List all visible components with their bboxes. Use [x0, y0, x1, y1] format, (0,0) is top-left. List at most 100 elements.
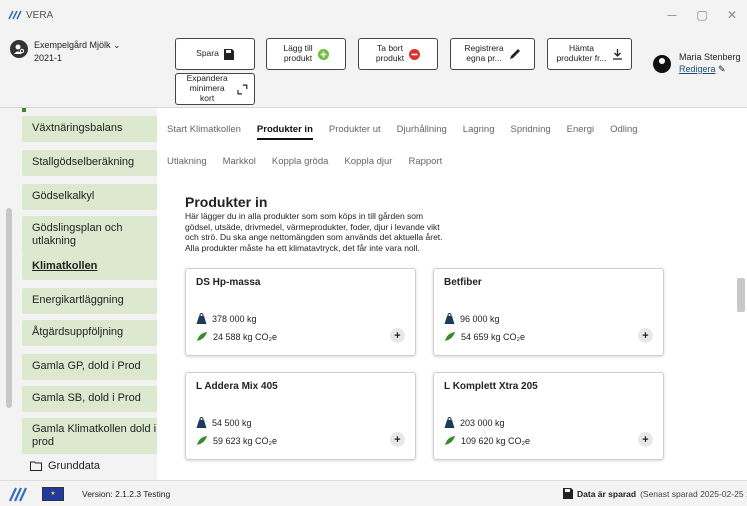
sidebar-item-klimatkollen[interactable]: Klimatkollen: [22, 254, 166, 280]
user-name: Maria Stenberg: [679, 52, 741, 62]
edit-user-link[interactable]: Redigera: [679, 64, 716, 74]
leaf-icon: [445, 332, 455, 341]
farm-year: 2021-1: [34, 53, 63, 63]
product-card[interactable]: Betfiber 96 000 kg 54 659 kg CO₂e +: [433, 268, 664, 356]
tabs-row-1: Start Klimatkollen Produkter in Produkte…: [167, 124, 638, 140]
farm-selector[interactable]: Exempelgård Mjölk ⌄ 2021-1: [10, 40, 121, 63]
product-name: DS Hp-massa: [196, 277, 261, 288]
tab-energi[interactable]: Energi: [567, 124, 594, 140]
sidebar-item-energikartlaggning[interactable]: Energikartläggning: [22, 288, 166, 314]
tab-produkter-in[interactable]: Produkter in: [256, 124, 313, 140]
save-button[interactable]: Spara: [175, 38, 255, 70]
expand-card-plus-icon[interactable]: +: [638, 432, 653, 447]
tab-koppla-groda[interactable]: Koppla gröda: [272, 156, 329, 167]
download-icon: [612, 49, 622, 60]
add-icon: [317, 48, 329, 60]
folder-icon: [30, 461, 42, 471]
product-name: L Addera Mix 405: [196, 381, 278, 392]
tab-koppla-djur[interactable]: Koppla djur: [344, 156, 392, 167]
sidebar-item-godslingsplan[interactable]: Gödslingsplan och utlakning: [22, 216, 166, 254]
leaf-icon: [197, 436, 207, 445]
expand-card-plus-icon[interactable]: +: [638, 328, 653, 343]
sidebar: Växtnäringsbalans Stallgödselberäkning G…: [0, 108, 180, 480]
vera-logo-icon: [8, 10, 22, 20]
product-co2: 24 588 kg CO₂e: [213, 331, 278, 342]
intro-text: Här lägger du in alla produkter som som …: [185, 211, 443, 253]
product-co2: 54 659 kg CO₂e: [461, 331, 526, 342]
expand-icon: [237, 84, 248, 94]
window-controls: ─ ▢ ✕: [657, 0, 747, 30]
chevron-down-icon: ⌄: [113, 40, 121, 50]
tab-spridning[interactable]: Spridning: [511, 124, 551, 140]
remove-product-button[interactable]: Ta bort produkt: [358, 38, 438, 70]
tab-lagring[interactable]: Lagring: [463, 124, 495, 140]
expand-card-plus-icon[interactable]: +: [390, 328, 405, 343]
product-card[interactable]: DS Hp-massa 378 000 kg 24 588 kg CO₂e +: [185, 268, 416, 356]
sidebar-item-atgardsuppfoljning[interactable]: Åtgärdsuppföljning: [22, 320, 166, 346]
fetch-products-button[interactable]: Hämta produkter fr...: [547, 38, 632, 70]
eu-flag-icon: ★: [42, 486, 64, 501]
tab-rapport[interactable]: Rapport: [408, 156, 442, 167]
sidebar-scrollbar[interactable]: [6, 208, 12, 408]
weight-icon: [444, 417, 455, 428]
avatar: [653, 54, 671, 73]
save-icon: [223, 48, 234, 60]
version-number: 2.1.2.3 Testing: [115, 488, 171, 499]
add-product-button[interactable]: Lägg till produkt: [266, 38, 346, 70]
sidebar-item-godselkalkyl[interactable]: Gödselkalkyl: [22, 184, 166, 210]
sidebar-item-gamla-gp[interactable]: Gamla GP, dold i Prod: [22, 354, 166, 380]
last-saved-text: (Senast sparad 2025-02-25 10:27): [640, 488, 747, 499]
expand-collapse-cards-button[interactable]: Expandera minimera kort: [175, 73, 255, 105]
sidebar-accent: [22, 108, 26, 112]
title-bar: VERA ─ ▢ ✕: [0, 0, 747, 30]
page-title: Produkter in: [185, 194, 268, 210]
sidebar-item-gamla-klimatkollen[interactable]: Gamla Klimatkollen dold i prod: [22, 418, 166, 454]
user-panel: Maria Stenberg Redigera ✎: [653, 52, 741, 75]
sidebar-item-stallgodselberakning[interactable]: Stallgödselberäkning: [22, 150, 166, 176]
version-label: Version:: [82, 488, 113, 499]
sidebar-item-gamla-sb[interactable]: Gamla SB, dold i Prod: [22, 386, 166, 412]
product-card[interactable]: L Addera Mix 405 54 500 kg 59 623 kg CO₂…: [185, 372, 416, 460]
toolbar: Exempelgård Mjölk ⌄ 2021-1 Spara Lägg ti…: [0, 30, 747, 108]
weight-icon: [196, 417, 207, 428]
pencil-small-icon: ✎: [718, 64, 726, 74]
tab-start-klimatkollen[interactable]: Start Klimatkollen: [167, 124, 241, 140]
sidebar-item-vaxtnaringsbalans[interactable]: Växtnäringsbalans: [22, 116, 166, 142]
product-amount: 54 500 kg: [212, 417, 252, 428]
weight-icon: [196, 313, 207, 324]
leaf-icon: [445, 436, 455, 445]
pencil-icon: [509, 49, 520, 59]
main-scrollbar[interactable]: [737, 278, 745, 312]
product-amount: 378 000 kg: [212, 313, 257, 324]
tab-odling[interactable]: Odling: [610, 124, 637, 140]
remove-icon: [409, 48, 421, 60]
product-amount: 203 000 kg: [460, 417, 505, 428]
register-own-products-button[interactable]: Registrera egna pr...: [450, 38, 535, 70]
product-co2: 109 620 kg CO₂e: [461, 435, 531, 446]
save-status: Data är sparad (Senast sparad 2025-02-25…: [563, 488, 747, 499]
tab-produkter-ut[interactable]: Produkter ut: [329, 124, 381, 140]
sidebar-folder-grunddata[interactable]: Grunddata: [30, 460, 100, 472]
minimize-button[interactable]: ─: [657, 0, 687, 30]
main-content: Start Klimatkollen Produkter in Produkte…: [157, 108, 747, 480]
tab-utlakning[interactable]: Utlakning: [167, 156, 207, 167]
leaf-icon: [197, 332, 207, 341]
tabs-row-2: Utlakning Markkol Koppla gröda Koppla dj…: [167, 156, 442, 167]
tab-markkol[interactable]: Markkol: [223, 156, 256, 167]
status-bar: ★ Version: 2.1.2.3 Testing Data är spara…: [0, 480, 747, 506]
maximize-button[interactable]: ▢: [687, 0, 717, 30]
save-icon: [563, 488, 573, 499]
vera-logo-icon: [9, 487, 27, 501]
product-amount: 96 000 kg: [460, 313, 500, 324]
product-name: Betfiber: [444, 277, 482, 288]
tab-djurhallning[interactable]: Djurhållning: [397, 124, 447, 140]
close-button[interactable]: ✕: [717, 0, 747, 30]
save-status-text: Data är sparad: [577, 488, 637, 499]
app-title: VERA: [26, 9, 54, 21]
product-card[interactable]: L Komplett Xtra 205 203 000 kg 109 620 k…: [433, 372, 664, 460]
weight-icon: [444, 313, 455, 324]
expand-card-plus-icon[interactable]: +: [390, 432, 405, 447]
farm-search-icon: [10, 40, 28, 58]
product-co2: 59 623 kg CO₂e: [213, 435, 278, 446]
app-logo: VERA: [8, 10, 53, 21]
